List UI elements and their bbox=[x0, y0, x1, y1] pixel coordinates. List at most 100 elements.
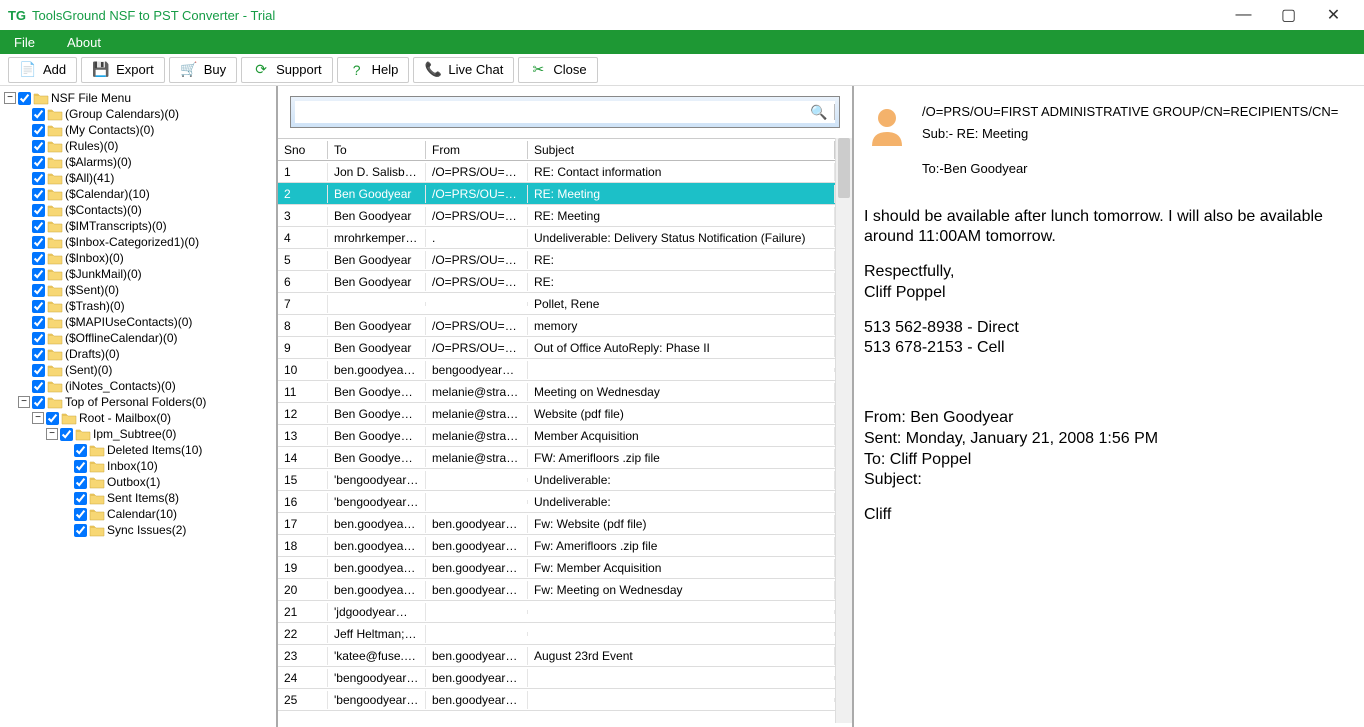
tree-checkbox[interactable] bbox=[32, 188, 45, 201]
tree-checkbox[interactable] bbox=[32, 364, 45, 377]
tree-checkbox[interactable] bbox=[32, 380, 45, 393]
table-row[interactable]: 25'bengoodyear@h...ben.goodyear@s... bbox=[278, 689, 835, 711]
tree-checkbox[interactable] bbox=[32, 268, 45, 281]
tree-checkbox[interactable] bbox=[32, 348, 45, 361]
minimize-button[interactable]: — bbox=[1221, 1, 1266, 29]
table-row[interactable]: 22Jeff Heltman; Gol... bbox=[278, 623, 835, 645]
table-row[interactable]: 11Ben Goodyear; b...melanie@strata-g...M… bbox=[278, 381, 835, 403]
table-row[interactable]: 5Ben Goodyear/O=PRS/OU=FI...RE: bbox=[278, 249, 835, 271]
tree-checkbox[interactable] bbox=[32, 220, 45, 233]
table-row[interactable]: 15'bengoodyear@h...Undeliverable: bbox=[278, 469, 835, 491]
col-from[interactable]: From bbox=[426, 141, 528, 159]
tree-item[interactable]: ($All)(41) bbox=[4, 170, 272, 186]
table-row[interactable]: 20ben.goodyear@s...ben.goodyear@s...Fw: … bbox=[278, 579, 835, 601]
tree-item[interactable]: ($Inbox-Categorized1)(0) bbox=[4, 234, 272, 250]
tree-item[interactable]: (Rules)(0) bbox=[4, 138, 272, 154]
tree-checkbox[interactable] bbox=[32, 204, 45, 217]
tree-checkbox[interactable] bbox=[74, 476, 87, 489]
tree-toggle-icon[interactable]: − bbox=[46, 428, 58, 440]
tree-toggle-icon[interactable]: − bbox=[4, 92, 16, 104]
tree-item[interactable]: ($IMTranscripts)(0) bbox=[4, 218, 272, 234]
messages-table[interactable]: Sno To From Subject 1Jon D. Salisbury; .… bbox=[278, 138, 835, 723]
tree-checkbox[interactable] bbox=[32, 140, 45, 153]
tree-toggle-icon[interactable]: − bbox=[32, 412, 44, 424]
vertical-scrollbar[interactable] bbox=[835, 138, 852, 723]
tree-toggle-icon[interactable]: − bbox=[18, 396, 30, 408]
tree-checkbox[interactable] bbox=[32, 316, 45, 329]
table-row[interactable]: 2Ben Goodyear/O=PRS/OU=FI...RE: Meeting bbox=[278, 183, 835, 205]
table-row[interactable]: 24'bengoodyear@h...ben.goodyear@s... bbox=[278, 667, 835, 689]
tree-checkbox[interactable] bbox=[74, 524, 87, 537]
tree-item[interactable]: ($OfflineCalendar)(0) bbox=[4, 330, 272, 346]
table-row[interactable]: 3Ben Goodyear/O=PRS/OU=FI...RE: Meeting bbox=[278, 205, 835, 227]
tree-checkbox[interactable] bbox=[18, 92, 31, 105]
tree-item[interactable]: Sync Issues(2) bbox=[4, 522, 272, 538]
tree-checkbox[interactable] bbox=[32, 108, 45, 121]
tree-checkbox[interactable] bbox=[32, 156, 45, 169]
folder-tree[interactable]: −NSF File Menu(Group Calendars)(0)(My Co… bbox=[0, 86, 278, 727]
table-row[interactable]: 1Jon D. Salisbury; .../O=PRS/OU=FI...RE:… bbox=[278, 161, 835, 183]
tree-item[interactable]: ($Calendar)(10) bbox=[4, 186, 272, 202]
table-row[interactable]: 6Ben Goodyear/O=PRS/OU=FI...RE: bbox=[278, 271, 835, 293]
tree-item[interactable]: ($Sent)(0) bbox=[4, 282, 272, 298]
table-row[interactable]: 9Ben Goodyear/O=PRS/OU=FI...Out of Offic… bbox=[278, 337, 835, 359]
table-row[interactable]: 14Ben Goodyear; b...melanie@strata-g...F… bbox=[278, 447, 835, 469]
menu-about[interactable]: About bbox=[61, 32, 107, 53]
search-icon[interactable]: 🔍 bbox=[808, 104, 830, 121]
scroll-thumb[interactable] bbox=[838, 138, 850, 198]
col-sno[interactable]: Sno bbox=[278, 141, 328, 159]
buy-button[interactable]: 🛒 Buy bbox=[169, 57, 237, 83]
menu-file[interactable]: File bbox=[8, 32, 41, 53]
tree-item[interactable]: Inbox(10) bbox=[4, 458, 272, 474]
tree-item[interactable]: ($JunkMail)(0) bbox=[4, 266, 272, 282]
tree-item[interactable]: Sent Items(8) bbox=[4, 490, 272, 506]
maximize-button[interactable]: ▢ bbox=[1266, 1, 1311, 29]
tree-item[interactable]: Deleted Items(10) bbox=[4, 442, 272, 458]
tree-item[interactable]: −Root - Mailbox(0) bbox=[4, 410, 272, 426]
livechat-button[interactable]: 📞 Live Chat bbox=[413, 57, 514, 83]
tree-checkbox[interactable] bbox=[32, 172, 45, 185]
tree-item[interactable]: (Drafts)(0) bbox=[4, 346, 272, 362]
tree-item[interactable]: Outbox(1) bbox=[4, 474, 272, 490]
tree-checkbox[interactable] bbox=[32, 236, 45, 249]
tree-item[interactable]: ($Inbox)(0) bbox=[4, 250, 272, 266]
tree-item[interactable]: Calendar(10) bbox=[4, 506, 272, 522]
tree-checkbox[interactable] bbox=[32, 332, 45, 345]
col-subject[interactable]: Subject bbox=[528, 141, 835, 159]
tree-checkbox[interactable] bbox=[74, 492, 87, 505]
table-row[interactable]: 16'bengoodyear@h...Undeliverable: bbox=[278, 491, 835, 513]
search-input[interactable] bbox=[295, 102, 808, 122]
tree-checkbox[interactable] bbox=[32, 124, 45, 137]
tree-item[interactable]: (Sent)(0) bbox=[4, 362, 272, 378]
table-row[interactable]: 13Ben Goodyear; b...melanie@strata-g...M… bbox=[278, 425, 835, 447]
tree-checkbox[interactable] bbox=[32, 252, 45, 265]
close-window-button[interactable]: ✕ bbox=[1311, 1, 1356, 29]
tree-item[interactable]: (My Contacts)(0) bbox=[4, 122, 272, 138]
tree-checkbox[interactable] bbox=[60, 428, 73, 441]
table-row[interactable]: 19ben.goodyear@s...ben.goodyear@s...Fw: … bbox=[278, 557, 835, 579]
table-row[interactable]: 8Ben Goodyear/O=PRS/OU=FI...memory bbox=[278, 315, 835, 337]
tree-item[interactable]: (Group Calendars)(0) bbox=[4, 106, 272, 122]
export-button[interactable]: 💾 Export bbox=[81, 57, 165, 83]
table-row[interactable]: 23'katee@fuse.net'ben.goodyear@s...Augus… bbox=[278, 645, 835, 667]
tree-item[interactable]: (iNotes_Contacts)(0) bbox=[4, 378, 272, 394]
table-row[interactable]: 4mrohrkemper@ci....Undeliverable: Delive… bbox=[278, 227, 835, 249]
table-row[interactable]: 18ben.goodyear@s...ben.goodyear@s...Fw: … bbox=[278, 535, 835, 557]
close-button[interactable]: ✂ Close bbox=[518, 57, 597, 83]
tree-item[interactable]: ($MAPIUseContacts)(0) bbox=[4, 314, 272, 330]
tree-checkbox[interactable] bbox=[32, 300, 45, 313]
table-row[interactable]: 10ben.goodyear@s...bengoodyear@h... bbox=[278, 359, 835, 381]
table-row[interactable]: 7Pollet, Rene bbox=[278, 293, 835, 315]
tree-item[interactable]: ($Alarms)(0) bbox=[4, 154, 272, 170]
table-row[interactable]: 12Ben Goodyear; b...melanie@strata-g...W… bbox=[278, 403, 835, 425]
table-row[interactable]: 17ben.goodyear@s...ben.goodyear@s...Fw: … bbox=[278, 513, 835, 535]
tree-item[interactable]: ($Contacts)(0) bbox=[4, 202, 272, 218]
tree-item[interactable]: −Ipm_Subtree(0) bbox=[4, 426, 272, 442]
tree-item[interactable]: ($Trash)(0) bbox=[4, 298, 272, 314]
help-button[interactable]: ? Help bbox=[337, 57, 410, 83]
col-to[interactable]: To bbox=[328, 141, 426, 159]
tree-checkbox[interactable] bbox=[46, 412, 59, 425]
table-row[interactable]: 21'jdgoodyear@yah... bbox=[278, 601, 835, 623]
tree-checkbox[interactable] bbox=[32, 284, 45, 297]
tree-item[interactable]: −Top of Personal Folders(0) bbox=[4, 394, 272, 410]
